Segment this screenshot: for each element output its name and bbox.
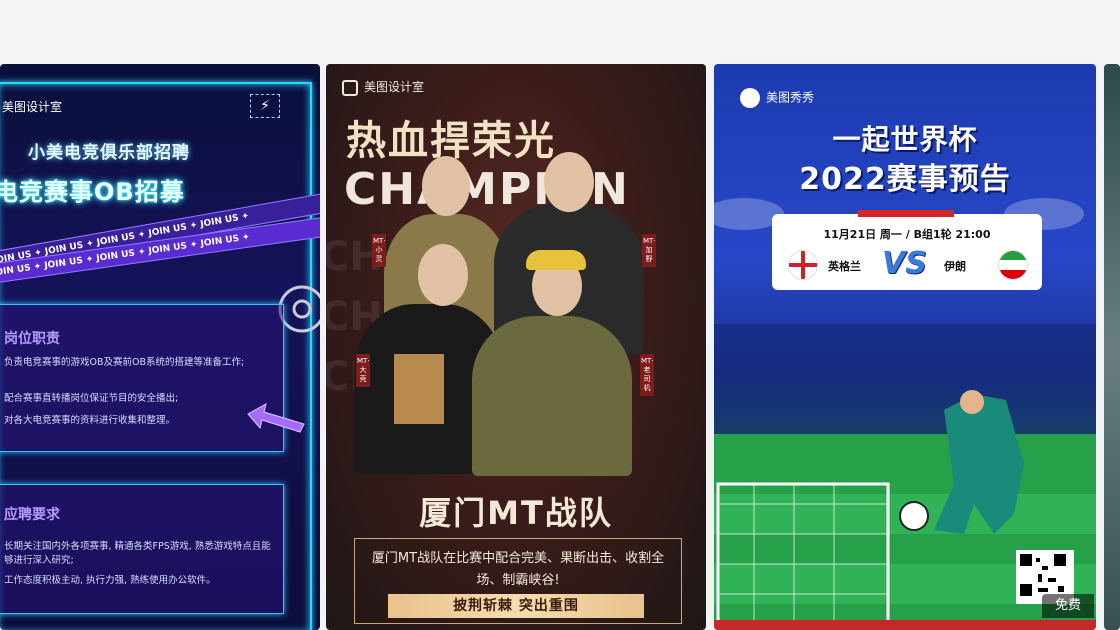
player-tag: MT·加野 (642, 234, 656, 267)
team-name: 厦门MT战队 (419, 494, 613, 532)
card-brand: 美图设计室 (2, 100, 63, 114)
top-bar (0, 0, 1120, 64)
arrow-icon (247, 403, 305, 433)
player-tag: MT·老司机 (640, 354, 654, 396)
match-info: 11月21日 周一 / B组1轮 21:00 (823, 228, 991, 241)
player-photo (472, 316, 632, 476)
away-team: 伊朗 (944, 260, 966, 273)
yellow-cap (526, 250, 586, 270)
england-flag-icon (788, 250, 818, 280)
player-tag: MT·小灵 (372, 234, 386, 267)
meitu-logo-icon (740, 88, 760, 108)
card-brand: 美图设计室 (342, 78, 424, 96)
vs-label: VS (882, 246, 927, 281)
requirement-line-1: 长期关注国内外各项赛事, 精通各类FPS游戏, 熟悉游戏特点且能够进行深入研究; (4, 541, 271, 566)
template-card-partial[interactable] (1104, 64, 1120, 630)
duty-heading: 岗位职责 (4, 331, 60, 347)
card-title: 一起世界杯 (832, 123, 978, 156)
card-brand: 美图秀秀 (740, 88, 814, 108)
card-title: 电竞赛事OB招募 (0, 178, 185, 206)
accent-bar (858, 210, 954, 217)
iran-flag-icon (998, 250, 1028, 280)
template-card-worldcup[interactable]: 美图秀秀 一起世界杯 2022赛事预告 11月21日 周一 / B组1轮 21:… (714, 64, 1096, 630)
requirement-line-2: 工作态度积极主动, 执行力强, 熟练使用办公软件。 (4, 575, 216, 586)
home-team: 英格兰 (828, 260, 861, 273)
player-tag: MT·大壳 (356, 354, 370, 387)
bottom-bar (714, 620, 1096, 630)
duty-line-1: 负责电竞赛事的游戏OB及赛前OB系统的搭建等准备工作; (4, 357, 245, 368)
player-head (418, 244, 468, 306)
flash-icon: ⚡ (250, 94, 280, 118)
duty-line-3: 对各大电竞赛事的资料进行收集和整理。 (4, 415, 176, 426)
card-subtitle: 小美电竞俱乐部招聘 (28, 143, 190, 163)
template-card-champion[interactable]: 美图设计室 热血捍荣光 CHAMPION CHAMPION CHAMPION C… (326, 64, 706, 630)
team-description: 厦门MT战队在比赛中配合完美、果断出击、收割全场、制霸峡谷! (371, 551, 665, 588)
duty-box (0, 304, 284, 452)
template-card-esports[interactable]: 美图设计室 ⚡ 小美电竞俱乐部招聘 电竞赛事OB招募 ✦ JOIN US ✦ J… (0, 64, 320, 630)
card-brand-label: 美图设计室 (364, 80, 425, 94)
duty-line-2: 配合赛事直转播岗位保证节目的安全播出; (4, 393, 179, 404)
paper-bag (394, 354, 444, 424)
grid-logo-icon (342, 79, 358, 96)
card-brand-label: 美图秀秀 (766, 90, 815, 105)
match-card: 11月21日 周一 / B组1轮 21:00 英格兰 VS 伊朗 (772, 214, 1042, 290)
player-head (422, 156, 470, 216)
free-badge: 免费 (1042, 594, 1094, 618)
slogan-banner: 披荆斩棘 突出重围 (388, 594, 644, 618)
card-subtitle: 2022赛事预告 (799, 162, 1011, 197)
requirement-heading: 应聘要求 (4, 507, 60, 523)
player-head (544, 152, 594, 212)
